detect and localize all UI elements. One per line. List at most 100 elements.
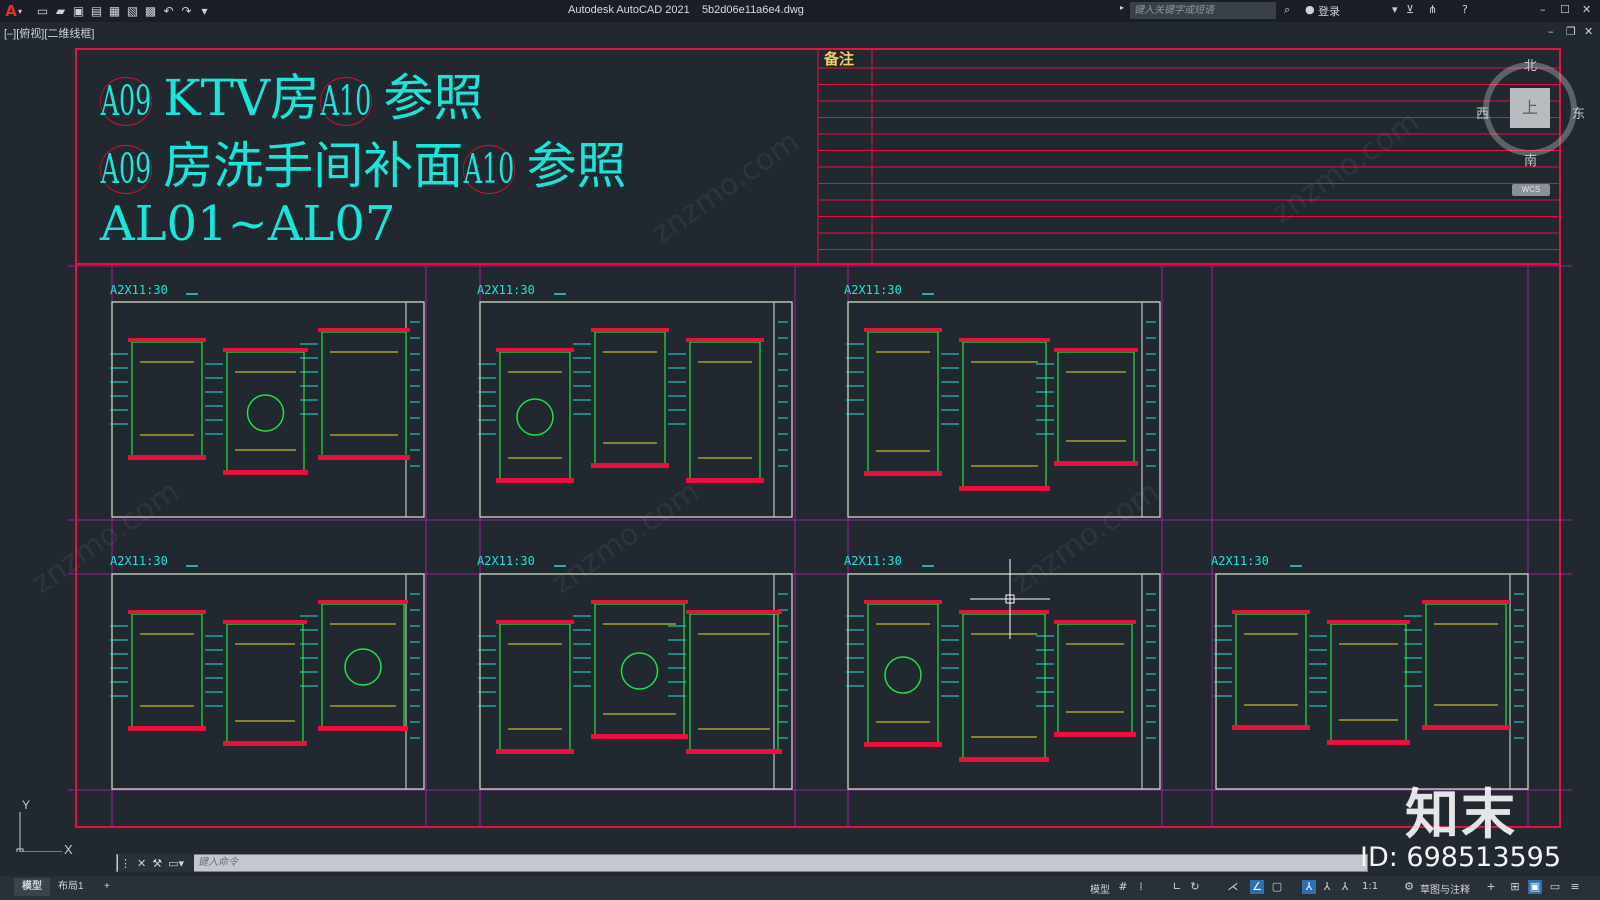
notes-table	[817, 49, 1560, 264]
save-as-icon[interactable]: ▤	[90, 4, 103, 18]
workspace-selector[interactable]: 草图与注释	[1420, 881, 1470, 896]
drawing-sheet	[478, 293, 793, 518]
auto-scale-icon[interactable]: ⅄	[1320, 880, 1334, 894]
doc-close-button[interactable]: ✕	[1584, 25, 1593, 38]
status-bar	[0, 876, 1600, 900]
isodraft-icon[interactable]: ⋌	[1226, 880, 1240, 894]
elevation-base	[591, 463, 669, 468]
units-icon[interactable]: ⊞	[1508, 880, 1522, 894]
annotation-scale-value[interactable]: 1:1	[1362, 881, 1378, 892]
detail-circle	[516, 398, 554, 436]
viewcube-top-face[interactable]: 上	[1510, 88, 1550, 128]
add-layout-button[interactable]: +	[96, 878, 118, 896]
search-input[interactable]: 键入关键字或短语	[1130, 2, 1276, 19]
object-snap-icon[interactable]: ▢	[1270, 880, 1284, 894]
redo-icon[interactable]: ↷	[180, 4, 193, 18]
elevation-outline	[1057, 351, 1135, 466]
command-recent-icon[interactable]: ▭▾	[168, 857, 184, 870]
title-text: KTV房	[163, 69, 321, 127]
viewcube-north[interactable]: 北	[1524, 55, 1537, 74]
doc-minimize-button[interactable]: –	[1548, 25, 1554, 38]
elevation-base	[591, 734, 688, 739]
ref-circle-a09: A09	[100, 145, 152, 195]
a360-icon[interactable]: ⋔	[1428, 3, 1437, 16]
sheet-label: A2X11:30	[477, 283, 535, 297]
elevation-base	[496, 749, 574, 754]
minimize-button[interactable]: –	[1540, 3, 1546, 16]
elevation-outline	[867, 331, 939, 476]
elevation-top	[1422, 600, 1510, 604]
publish-icon[interactable]: ▧	[126, 4, 139, 18]
drawing-sheet	[846, 293, 1161, 518]
customization-menu-icon[interactable]: ≡	[1568, 880, 1582, 894]
wcs-menu[interactable]: WCS	[1512, 184, 1550, 196]
workspace-gear-icon[interactable]: ⚙	[1402, 880, 1416, 894]
new-icon[interactable]: ▭	[36, 4, 49, 18]
quick-properties-icon[interactable]: ▣	[1528, 880, 1542, 894]
clean-screen-icon[interactable]: ▭	[1548, 880, 1562, 894]
drawing-sheet	[1214, 565, 1529, 790]
command-line[interactable]	[116, 854, 1368, 872]
elevation-top	[1232, 610, 1310, 614]
elevation-base	[223, 470, 308, 475]
elevation-base	[1327, 740, 1410, 745]
print-icon[interactable]: ▩	[144, 4, 157, 18]
elevation-top	[496, 620, 574, 624]
search-icon[interactable]: ⌕	[1284, 3, 1290, 17]
ortho-icon[interactable]: ∟	[1170, 880, 1184, 894]
window-title: Autodesk AutoCAD 2021 5b2d06e11a6e4.dwg	[568, 4, 804, 16]
open-icon[interactable]: ▰	[54, 4, 67, 18]
elevation-top	[591, 600, 688, 604]
elevation-top	[496, 348, 574, 352]
snap-icon[interactable]: ⁞	[1134, 880, 1148, 894]
command-grip-icon[interactable]: ⋮	[120, 857, 131, 870]
command-customize-icon[interactable]: ⚒	[152, 857, 162, 870]
doc-restore-button[interactable]: ❐	[1566, 25, 1576, 38]
viewport-controls-label[interactable]: [–][俯视][二维线框]	[4, 25, 94, 41]
object-snap-tracking-icon[interactable]: ∠	[1250, 880, 1264, 894]
customize-chevron-icon[interactable]: ▾	[198, 4, 211, 18]
viewcube-west[interactable]: 西	[1476, 103, 1489, 122]
annotation-scale-icon[interactable]: ⅄	[1338, 880, 1352, 894]
sheet-border	[847, 301, 1161, 518]
search-expand-icon[interactable]: ▸	[1120, 3, 1124, 12]
undo-icon[interactable]: ↶	[162, 4, 175, 18]
command-input[interactable]: 键入命令	[194, 855, 238, 871]
title-text: 参照	[526, 137, 627, 195]
plot-preview-icon[interactable]: ▦	[108, 4, 121, 18]
elevation-base	[1232, 725, 1310, 730]
elevation-top	[591, 328, 669, 332]
elevation-top	[1054, 348, 1138, 352]
login-chevron-icon[interactable]: ▾	[1392, 3, 1398, 16]
viewcube-east[interactable]: 东	[1572, 103, 1585, 122]
close-button[interactable]: ✕	[1582, 3, 1591, 16]
elevation-base	[128, 726, 206, 731]
login-link[interactable]: 登录	[1318, 3, 1340, 19]
model-space-button[interactable]: 模型	[1090, 881, 1110, 896]
tab-layout1[interactable]: 布局1	[50, 878, 92, 896]
sheet-label: A2X11:30	[477, 554, 535, 568]
cart-icon[interactable]: ⊻	[1406, 3, 1414, 16]
tab-model[interactable]: 模型	[14, 878, 50, 896]
elevation-top	[686, 610, 782, 614]
elevation-base	[1054, 461, 1138, 466]
maximize-button[interactable]: ☐	[1560, 3, 1570, 16]
elevation-top	[959, 338, 1050, 342]
title-line-2: A09 房洗手间补面A10 参照	[100, 126, 627, 198]
sheet-label: A2X11:30	[844, 554, 902, 568]
annotation-monitor-icon[interactable]: +	[1484, 880, 1498, 894]
sheet-label: A2X11:30	[1211, 554, 1269, 568]
sheet-border	[479, 301, 793, 518]
app-menu-chevron-icon[interactable]: ▾	[18, 7, 22, 16]
elevation-top	[1327, 620, 1410, 624]
command-close-icon[interactable]: ✕	[137, 857, 146, 870]
save-icon[interactable]: ▣	[72, 4, 85, 18]
user-icon[interactable]: ●	[1305, 3, 1315, 16]
annotation-visibility-icon[interactable]: ⅄	[1302, 880, 1316, 894]
sheet-label: A2X11:30	[110, 554, 168, 568]
detail-circle	[344, 648, 382, 686]
polar-icon[interactable]: ↻	[1188, 880, 1202, 894]
help-icon[interactable]: ?	[1462, 3, 1468, 16]
grid-icon[interactable]: #	[1116, 880, 1130, 894]
viewcube-south[interactable]: 南	[1524, 150, 1537, 169]
